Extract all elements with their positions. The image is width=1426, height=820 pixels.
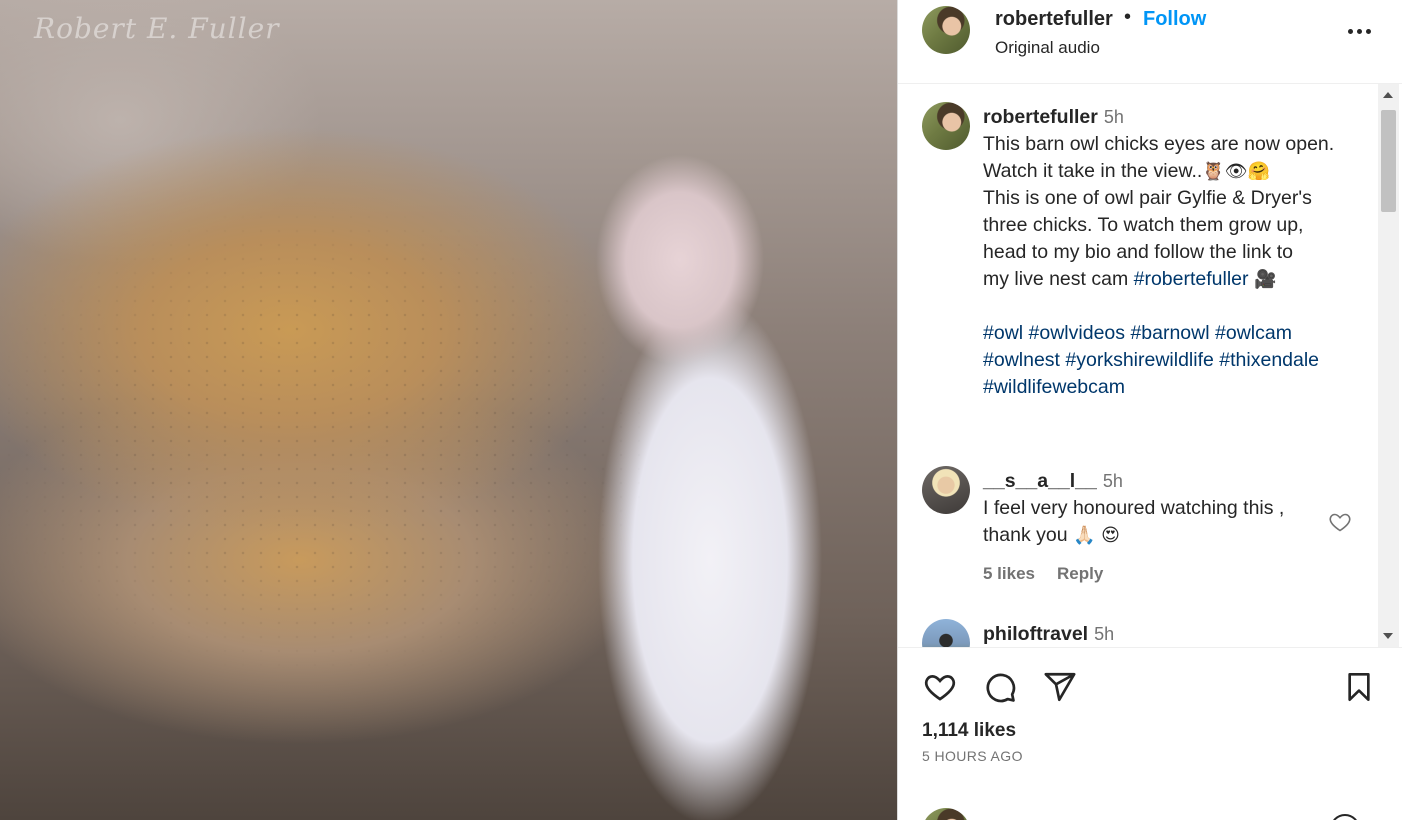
post-video[interactable]: Robert E. Fuller xyxy=(0,0,897,820)
hashtag-line: #owl #owlvideos #barnowl #owlcam xyxy=(983,320,1373,347)
heart-icon[interactable] xyxy=(922,670,958,704)
hashtag-link[interactable]: #robertefuller xyxy=(1134,268,1249,290)
comment-text-part: thank you xyxy=(983,524,1068,546)
hashtag-link[interactable]: #owl xyxy=(983,322,1023,344)
comment-composer-avatar xyxy=(922,808,970,820)
more-icon-dot xyxy=(1348,29,1353,34)
caption-avatar[interactable] xyxy=(922,102,970,150)
caption-username[interactable]: robertefuller xyxy=(983,106,1098,128)
comments-scrollbar[interactable] xyxy=(1378,84,1399,647)
comment-heart-icon[interactable] xyxy=(1327,510,1353,534)
comment-likes[interactable]: 5 likes xyxy=(983,564,1035,583)
header-separator: • xyxy=(1124,6,1132,28)
likes-count[interactable]: 1,114 likes xyxy=(922,720,1016,742)
comment-emoji: 🙏🏻 😍 xyxy=(1072,525,1120,546)
hashtag-line: #owlnest #yorkshirewildlife #thixendale xyxy=(983,347,1373,374)
owl-eye-hug-emoji: 🦉👁🤗 xyxy=(1202,161,1270,182)
hashtag-link[interactable]: #owlcam xyxy=(1215,322,1292,344)
hashtag-link[interactable]: #yorkshirewildlife xyxy=(1065,349,1213,371)
scroll-down-arrow[interactable] xyxy=(1383,633,1393,639)
scroll-up-arrow[interactable] xyxy=(1383,92,1393,98)
caption-line-text: Watch it take in the view.. xyxy=(983,160,1203,182)
post-age: 5 HOURS AGO xyxy=(922,748,1023,764)
more-options-button[interactable] xyxy=(1346,20,1374,40)
emoji-picker-icon[interactable] xyxy=(1330,814,1360,820)
comment-time[interactable]: 5h xyxy=(1094,624,1114,644)
hashtag-line: #wildlifewebcam xyxy=(983,374,1373,401)
caption-line: three chicks. To watch them grow up, xyxy=(983,214,1304,236)
hashtag-link[interactable]: #barnowl xyxy=(1130,322,1209,344)
reply-button[interactable]: Reply xyxy=(1057,564,1103,583)
camera-emoji: 🎥 xyxy=(1253,269,1277,290)
scroll-thumb[interactable] xyxy=(1381,110,1396,212)
hashtag-link[interactable]: #owlnest xyxy=(983,349,1060,371)
hashtag-link[interactable]: #owlvideos xyxy=(1029,322,1125,344)
audio-link[interactable]: Original audio xyxy=(995,38,1100,58)
comment-text: thank you 🙏🏻 😍 xyxy=(983,522,1373,549)
caption-body: robertefuller 5h This barn owl chicks eye… xyxy=(983,104,1373,401)
comment-icon[interactable] xyxy=(982,670,1018,704)
more-icon-dot xyxy=(1357,29,1362,34)
video-watermark: Robert E. Fuller xyxy=(34,12,280,45)
comments-list[interactable]: robertefuller 5h This barn owl chicks eye… xyxy=(898,84,1378,647)
hashtag-link[interactable]: #wildlifewebcam xyxy=(983,376,1125,398)
caption-line: Watch it take in the view..🦉👁🤗 xyxy=(983,158,1373,185)
caption-line-text: my live nest cam xyxy=(983,268,1129,290)
comment-body: philoftravel 5h xyxy=(983,621,1373,647)
hashtag-link[interactable]: #thixendale xyxy=(1219,349,1319,371)
comment-time[interactable]: 5h xyxy=(1103,471,1123,491)
comment-text: I feel very honoured watching this , xyxy=(983,497,1285,519)
commenter-username[interactable]: philoftravel xyxy=(983,623,1088,645)
commenter-avatar[interactable] xyxy=(922,466,970,514)
author-avatar[interactable] xyxy=(922,6,970,54)
more-icon-dot xyxy=(1366,29,1371,34)
share-icon[interactable] xyxy=(1042,670,1078,704)
bookmark-icon[interactable] xyxy=(1343,670,1375,704)
comment-meta: 5 likes Reply xyxy=(983,560,1373,587)
caption-line: head to my bio and follow the link to xyxy=(983,241,1294,263)
video-texture xyxy=(0,0,897,820)
post-actions: 1,114 likes 5 HOURS AGO xyxy=(898,647,1403,820)
caption-time[interactable]: 5h xyxy=(1104,107,1124,127)
commenter-username[interactable]: __s__a__l__ xyxy=(983,470,1097,492)
caption-line: This barn owl chicks eyes are now open. xyxy=(983,133,1335,155)
post-header: robertefuller • Follow Original audio xyxy=(898,0,1403,84)
author-username[interactable]: robertefuller xyxy=(995,8,1113,31)
caption-line: my live nest cam #robertefuller 🎥 xyxy=(983,266,1373,293)
comment-body: __s__a__l__ 5h I feel very honoured watch… xyxy=(983,468,1373,587)
post-side-panel: robertefuller • Follow Original audio ro… xyxy=(897,0,1403,820)
follow-button[interactable]: Follow xyxy=(1143,8,1206,31)
commenter-avatar[interactable] xyxy=(922,619,970,647)
window-edge xyxy=(1402,0,1426,820)
caption-line: This is one of owl pair Gylfie & Dryer's xyxy=(983,187,1312,209)
